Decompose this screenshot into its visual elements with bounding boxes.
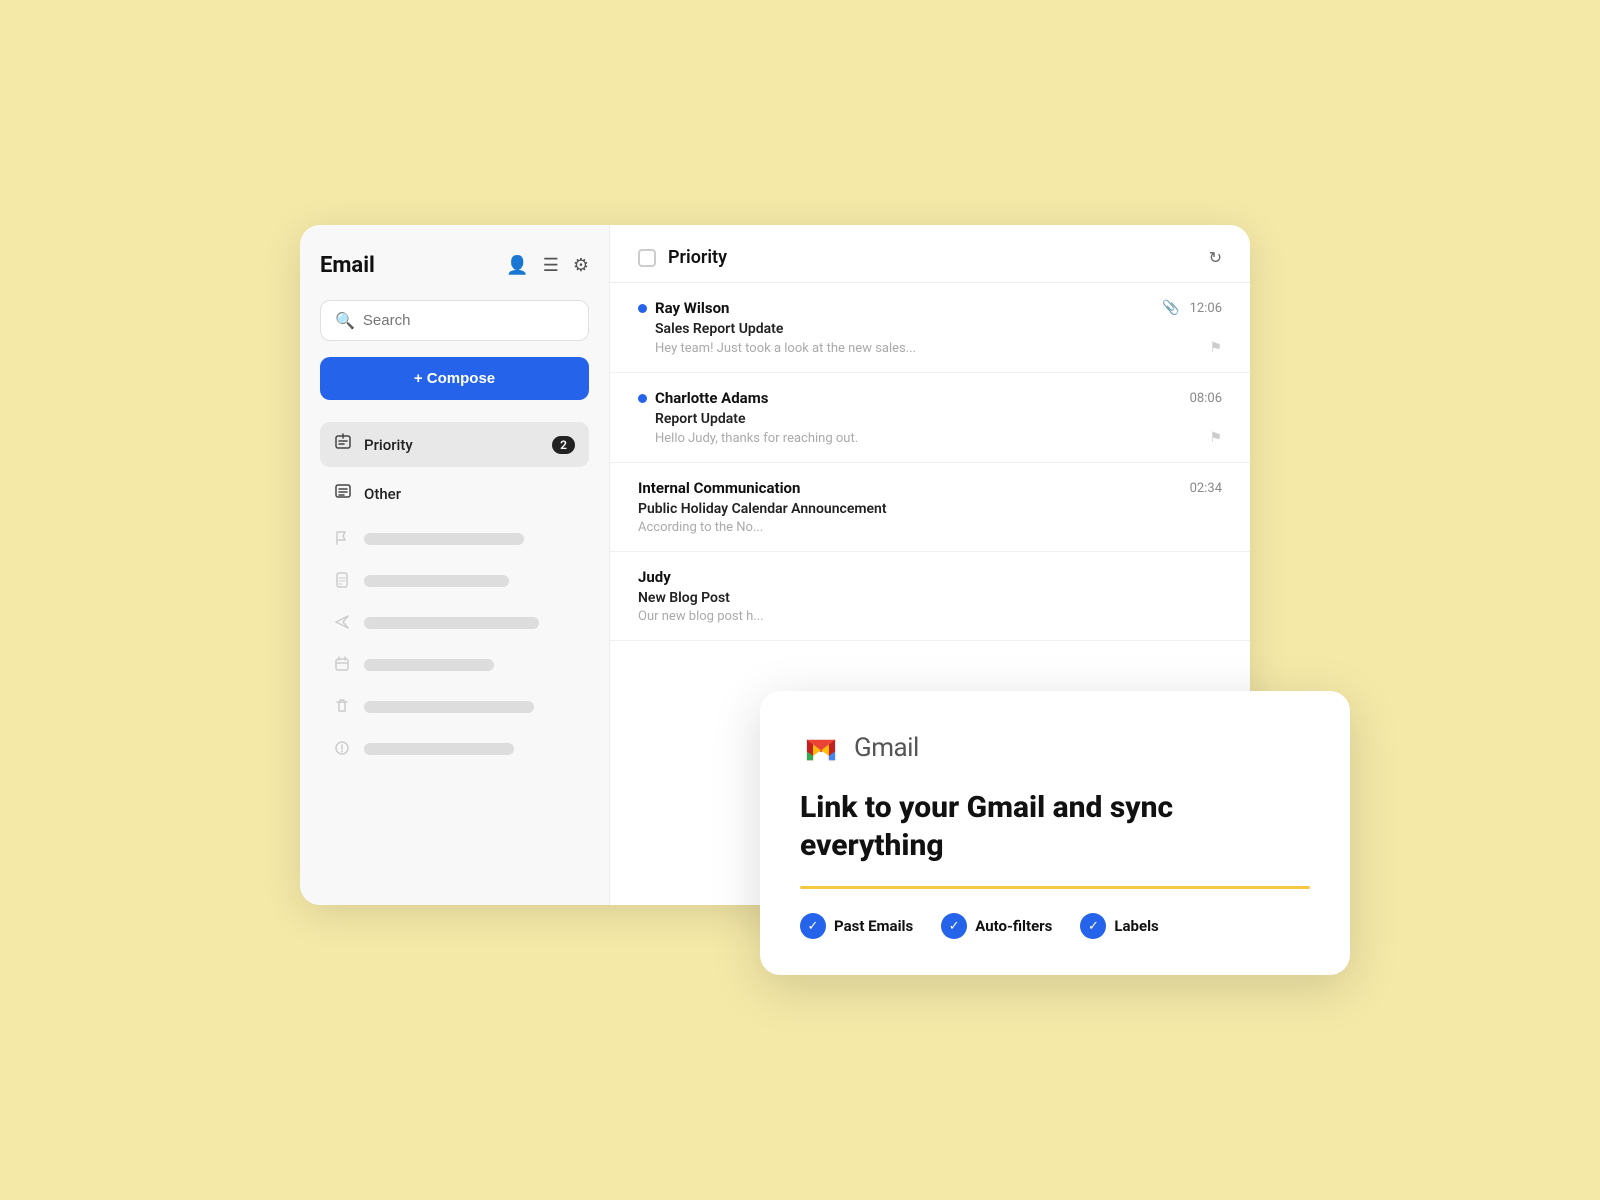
sidebar-header: Email 👤 ☰ ⚙ <box>320 253 589 278</box>
email-time: 12:06 <box>1190 301 1222 316</box>
feature-labels: ✓ Labels <box>1080 913 1158 939</box>
gmail-headline: Link to your Gmail and sync everything <box>800 789 1310 864</box>
gmail-logo-icon <box>800 727 842 769</box>
unread-indicator <box>638 304 647 313</box>
send-skeleton-icon <box>334 614 352 632</box>
gmail-logo-row: Gmail <box>800 727 1310 769</box>
checkmark-icon: ✓ <box>1088 919 1099 934</box>
gmail-divider <box>800 886 1310 889</box>
email-meta: 08:06 <box>1190 391 1222 406</box>
checkmark-icon: ✓ <box>808 919 819 934</box>
skeleton-item-2 <box>320 562 589 600</box>
attachment-icon: 📎 <box>1162 300 1179 316</box>
email-time: 02:34 <box>1190 481 1222 496</box>
skeleton-bar-4 <box>364 659 494 671</box>
table-row[interactable]: Judy New Blog Post Our new blog post h..… <box>610 552 1250 641</box>
feature-past-emails: ✓ Past Emails <box>800 913 913 939</box>
email-sender: Judy <box>638 568 671 586</box>
check-badge-auto-filters: ✓ <box>941 913 967 939</box>
email-subject: New Blog Post <box>638 590 1222 606</box>
contacts-icon[interactable]: 👤 <box>506 255 528 276</box>
email-row-header: Judy <box>638 568 1222 586</box>
feature-label-auto-filters: Auto-filters <box>975 917 1052 935</box>
email-preview: Our new blog post h... <box>638 609 1158 624</box>
calendar-skeleton-icon <box>334 656 352 674</box>
alert-skeleton-icon <box>334 740 352 758</box>
scene: Email 👤 ☰ ⚙ 🔍 + Compose <box>250 225 1350 975</box>
compose-button[interactable]: + Compose <box>320 357 589 400</box>
priority-label: Priority <box>364 436 540 454</box>
email-subject: Sales Report Update <box>655 321 1222 337</box>
email-subject: Report Update <box>655 411 1222 427</box>
other-label: Other <box>364 485 575 503</box>
email-sender: Ray Wilson <box>638 299 729 317</box>
search-box: 🔍 <box>320 300 589 341</box>
sidebar: Email 👤 ☰ ⚙ 🔍 + Compose <box>300 225 610 905</box>
email-row-header: Charlotte Adams 08:06 <box>638 389 1222 407</box>
skeleton-bar-3 <box>364 617 539 629</box>
search-input[interactable] <box>363 312 574 329</box>
skeleton-bar-5 <box>364 701 534 713</box>
email-preview: According to the No... <box>638 520 1158 535</box>
skeleton-item-5 <box>320 688 589 726</box>
checkmark-icon: ✓ <box>949 919 960 934</box>
main-header: Priority ↻ <box>610 225 1250 283</box>
other-icon <box>334 482 352 505</box>
feature-label-past-emails: Past Emails <box>834 917 913 935</box>
sidebar-toolbar: 👤 ☰ ⚙ <box>506 255 589 276</box>
email-row-header: Ray Wilson 📎 12:06 <box>638 299 1222 317</box>
app-title: Email <box>320 253 375 278</box>
email-subject: Public Holiday Calendar Announcement <box>638 501 1222 517</box>
sidebar-item-priority[interactable]: Priority 2 <box>320 422 589 467</box>
email-time: 08:06 <box>1190 391 1222 406</box>
skeleton-item-1 <box>320 520 589 558</box>
gmail-card: Gmail Link to your Gmail and sync everyt… <box>760 691 1350 975</box>
email-row-header: Internal Communication 02:34 <box>638 479 1222 497</box>
search-icon: 🔍 <box>335 311 355 330</box>
flag-icon[interactable]: ⚑ <box>1209 430 1222 446</box>
sidebar-item-other[interactable]: Other <box>320 471 589 516</box>
feature-auto-filters: ✓ Auto-filters <box>941 913 1052 939</box>
refresh-icon[interactable]: ↻ <box>1209 248 1222 267</box>
email-meta: 02:34 <box>1190 481 1222 496</box>
email-sender: Charlotte Adams <box>638 389 768 407</box>
table-row[interactable]: Charlotte Adams 08:06 Report Update Hell… <box>610 373 1250 463</box>
feature-label-labels: Labels <box>1114 917 1158 935</box>
table-row[interactable]: Ray Wilson 📎 12:06 Sales Report Update H… <box>610 283 1250 373</box>
trash-skeleton-icon <box>334 698 352 716</box>
settings-icon[interactable]: ⚙ <box>573 255 589 276</box>
skeleton-bar-1 <box>364 533 524 545</box>
select-all-checkbox[interactable] <box>638 249 656 267</box>
gmail-wordmark: Gmail <box>854 733 919 763</box>
email-sender: Internal Communication <box>638 479 800 497</box>
skeleton-bar-2 <box>364 575 509 587</box>
priority-icon <box>334 433 352 456</box>
gmail-features: ✓ Past Emails ✓ Auto-filters ✓ Labels <box>800 913 1310 939</box>
list-icon[interactable]: ☰ <box>543 255 559 276</box>
skeleton-bar-6 <box>364 743 514 755</box>
email-meta: 📎 12:06 <box>1162 300 1222 316</box>
skeleton-item-6 <box>320 730 589 768</box>
email-preview: Hey team! Just took a look at the new sa… <box>655 341 916 356</box>
priority-badge: 2 <box>552 436 575 454</box>
skeleton-item-4 <box>320 646 589 684</box>
unread-indicator <box>638 394 647 403</box>
table-row[interactable]: Internal Communication 02:34 Public Holi… <box>610 463 1250 552</box>
doc-skeleton-icon <box>334 572 352 590</box>
flag-icon[interactable]: ⚑ <box>1209 340 1222 356</box>
email-preview: Hello Judy, thanks for reaching out. <box>655 431 858 446</box>
inbox-title: Priority <box>668 247 1197 268</box>
flag-skeleton-icon <box>334 530 352 548</box>
check-badge-labels: ✓ <box>1080 913 1106 939</box>
skeleton-item-3 <box>320 604 589 642</box>
check-badge-past-emails: ✓ <box>800 913 826 939</box>
